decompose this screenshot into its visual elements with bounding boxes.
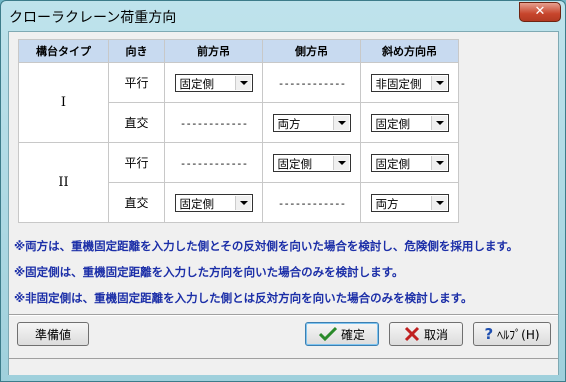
- header-diagonal-lift: 斜め方向吊: [360, 39, 459, 63]
- dropdown-arrow-icon[interactable]: [332, 155, 349, 170]
- select-value: 固定側: [375, 116, 411, 131]
- select-value: 固定側: [375, 156, 411, 171]
- load-direction-table: 構台タイプ 向き 前方吊 側方吊 斜め方向吊 I 平行 固定側 --------…: [18, 39, 459, 223]
- select-value: 両方: [375, 196, 399, 211]
- help-question-icon: ?: [484, 325, 494, 343]
- window-title: クローラクレーン荷重方向: [9, 10, 177, 26]
- close-button[interactable]: ✕: [519, 2, 561, 22]
- standard-values-label: 準備値: [34, 327, 71, 342]
- not-applicable-cell: ------------: [179, 116, 248, 130]
- side-lift-select[interactable]: 両方: [272, 113, 351, 132]
- select-value: 非固定側: [375, 76, 422, 91]
- dropdown-arrow-icon[interactable]: [234, 75, 251, 90]
- cancel-x-icon: [404, 326, 420, 342]
- diagonal-lift-select[interactable]: 非固定側: [370, 73, 449, 92]
- note-both: ※両方は、重機固定距離を入力した側とその反対側を向いた場合を検討し、危険側を採用…: [14, 239, 519, 253]
- direction-cell: 直交: [108, 102, 165, 143]
- header-direction: 向き: [108, 39, 165, 63]
- diagonal-lift-select[interactable]: 固定側: [370, 153, 449, 172]
- help-button[interactable]: ? ﾍﾙﾌﾟ(H): [473, 322, 551, 346]
- dropdown-arrow-icon[interactable]: [430, 195, 447, 210]
- select-value: 固定側: [277, 156, 313, 171]
- select-value: 固定側: [179, 76, 215, 91]
- not-applicable-cell: ------------: [179, 156, 248, 170]
- front-lift-select[interactable]: 固定側: [174, 193, 253, 212]
- ok-label: 確定: [340, 327, 365, 342]
- not-applicable-cell: ------------: [277, 76, 346, 90]
- front-lift-select[interactable]: 固定側: [174, 73, 253, 92]
- not-applicable-cell: ------------: [277, 196, 346, 210]
- dropdown-arrow-icon[interactable]: [332, 115, 349, 130]
- side-lift-select[interactable]: 固定側: [272, 153, 351, 172]
- dropdown-arrow-icon[interactable]: [430, 155, 447, 170]
- help-label: ﾍﾙﾌﾟ(H): [497, 327, 540, 342]
- direction-cell: 直交: [108, 182, 165, 223]
- table-header-row: 構台タイプ 向き 前方吊 側方吊 斜め方向吊: [18, 39, 459, 63]
- direction-cell: 平行: [108, 142, 165, 183]
- checkmark-icon: [318, 326, 337, 342]
- gantry-type-cell: II: [18, 142, 109, 223]
- dropdown-arrow-icon[interactable]: [430, 75, 447, 90]
- cancel-label: 取消: [423, 327, 448, 342]
- dialog-window: クローラクレーン荷重方向 ✕ 構台タイプ 向き 前方吊 側方吊 斜め方向吊 I …: [0, 0, 566, 382]
- separator: [9, 314, 558, 316]
- dropdown-arrow-icon[interactable]: [430, 115, 447, 130]
- gantry-type-cell: I: [18, 62, 109, 143]
- diagonal-lift-select[interactable]: 固定側: [370, 113, 449, 132]
- header-front-lift: 前方吊: [164, 39, 263, 63]
- ok-button[interactable]: 確定: [305, 322, 379, 346]
- status-bar: [9, 358, 558, 375]
- header-side-lift: 側方吊: [262, 39, 361, 63]
- header-gantry-type: 構台タイプ: [18, 39, 109, 63]
- close-icon: ✕: [534, 4, 546, 19]
- dropdown-arrow-icon[interactable]: [234, 195, 251, 210]
- note-non-fixed-side: ※非固定側は、重機固定距離を入力した側とは反対方向を向いた場合のみを検討します。: [14, 291, 473, 305]
- standard-values-button[interactable]: 準備値: [17, 322, 89, 346]
- select-value: 固定側: [179, 196, 215, 211]
- cancel-button[interactable]: 取消: [389, 322, 463, 346]
- direction-cell: 平行: [108, 62, 165, 103]
- select-value: 両方: [277, 116, 301, 131]
- table-row: I 平行 固定側 ------------ 非固定側: [18, 62, 459, 143]
- note-fixed-side: ※固定側は、重機固定距離を入力した方向を向いた場合のみを検討します。: [14, 265, 404, 279]
- dialog-body: 構台タイプ 向き 前方吊 側方吊 斜め方向吊 I 平行 固定側 --------…: [8, 31, 559, 375]
- title-bar: クローラクレーン荷重方向 ✕: [1, 1, 565, 31]
- table-row: II 平行 ------------ 固定側 固定側: [18, 142, 459, 223]
- diagonal-lift-select[interactable]: 両方: [370, 193, 449, 212]
